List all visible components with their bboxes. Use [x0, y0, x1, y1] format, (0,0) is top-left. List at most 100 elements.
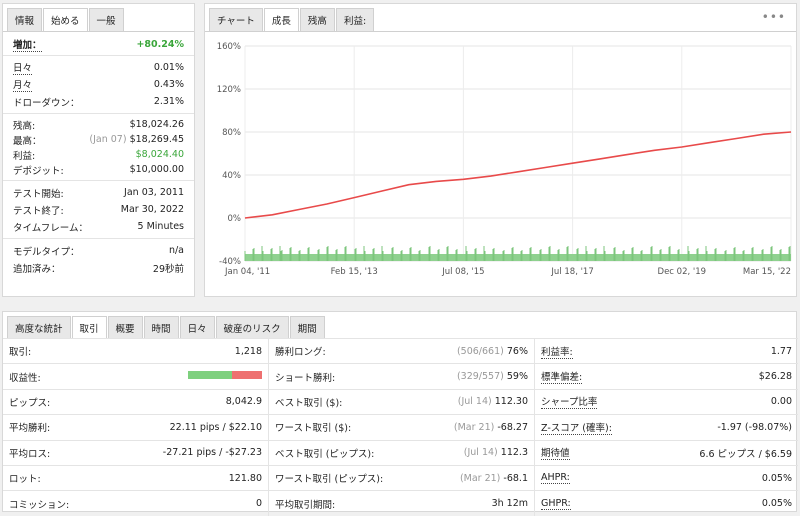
stats-cell: ワースト取引 (ピップス): (Mar 21) -68.1	[269, 465, 535, 491]
test-end-label: テスト終了:	[13, 205, 64, 217]
stats-row: 取引: 1,218 勝利ロング: (506/661) 76% 利益率: 1.77	[3, 338, 798, 364]
tab-growth[interactable]: 成長	[263, 8, 299, 31]
x-tick-label: Dec 02, '19	[658, 267, 707, 277]
balance-label: 残高:	[13, 120, 36, 132]
stat-value: (Jul 14) 112.3	[463, 447, 528, 459]
more-menu-icon[interactable]: •••	[762, 10, 786, 24]
gain-label[interactable]: 増加：	[13, 37, 42, 52]
gain-value: +80.24%	[136, 39, 184, 50]
profit-label: 利益:	[13, 150, 36, 162]
stats-cell: 平均取引期間: 3h 12m	[269, 491, 535, 516]
stat-label[interactable]: GHPR:	[541, 498, 571, 510]
tab-info[interactable]: 情報	[7, 8, 43, 31]
highest-row: 最高： (Jan 07) $18,269.45	[3, 132, 194, 147]
stats-cell: 平均ロス: -27.21 pips / -$27.23	[3, 440, 269, 465]
stats-row: 平均勝利: 22.11 pips / $22.10 ワースト取引 ($): (Mar …	[3, 414, 798, 440]
stat-value: 6.6 ピップス / $6.59	[699, 448, 792, 460]
stat-value: $26.28	[758, 371, 792, 383]
stat-label: ベスト取引 ($):	[275, 397, 343, 409]
stat-label: ロット:	[9, 474, 41, 486]
stats-tab-4[interactable]: 日々	[179, 316, 215, 339]
y-tick-label: 0%	[228, 214, 242, 224]
monthly-value: 0.43%	[153, 79, 184, 90]
stat-label[interactable]: 利益率:	[541, 344, 573, 359]
stats-tab-0[interactable]: 高度な統計	[7, 316, 71, 339]
tab-chart[interactable]: チャート	[209, 8, 263, 31]
stats-cell: 標準偏差: $26.28	[535, 364, 798, 388]
stat-value: -1.97 (-98.07%)	[717, 421, 792, 433]
highest-date: (Jan 07)	[89, 134, 127, 145]
stats-tab-6[interactable]: 期間	[289, 316, 325, 339]
stat-label: ワースト取引 ($):	[275, 423, 352, 435]
stats-tab-5[interactable]: 破産のリスク	[215, 316, 289, 339]
x-tick-label: Jul 08, '15	[441, 267, 484, 277]
x-tick-label: Jan 04, '11	[224, 267, 270, 277]
stats-tab-2[interactable]: 概要	[107, 316, 143, 339]
added-label: 追加済み：	[13, 263, 61, 275]
divider	[3, 113, 194, 114]
stats-cell: ベスト取引 ($): (Jul 14) 112.30	[269, 389, 535, 415]
stats-cell: 取引: 1,218	[3, 339, 269, 364]
divider	[3, 238, 194, 239]
profitability-fill	[188, 371, 232, 380]
model-type-label: モデルタイプ：	[13, 246, 80, 258]
profitability-bar	[188, 371, 262, 380]
deposit-row: デポジット: $10,000.00	[3, 162, 194, 177]
drawdown-row: ドローダウン： 2.31%	[3, 93, 194, 110]
stat-value: (506/661) 76%	[456, 345, 528, 357]
stats-tab-1[interactable]: 取引	[71, 316, 107, 339]
y-tick-label: 160%	[217, 42, 241, 52]
stats-cell: 勝利ロング: (506/661) 76%	[269, 339, 535, 364]
timeframe-value: 5 Minutes	[137, 221, 184, 232]
stat-label[interactable]: AHPR:	[541, 472, 570, 485]
stat-label: ショート勝利:	[275, 372, 336, 384]
y-tick-label: 120%	[217, 85, 241, 95]
stat-label[interactable]: Z-スコア (確率):	[541, 420, 612, 435]
stat-value: (Mar 21) -68.27	[453, 421, 528, 433]
added-value: 29秒前	[152, 263, 184, 275]
stat-value: 0	[255, 498, 262, 510]
stat-label: 取引:	[9, 347, 32, 359]
stats-tab-3[interactable]: 時間	[143, 316, 179, 339]
stat-value: 0.05%	[761, 472, 792, 484]
stats-cell: Z-スコア (確率): -1.97 (-98.07%)	[535, 415, 798, 439]
highest-label: 最高：	[13, 135, 42, 147]
stat-label: コミッション:	[9, 499, 70, 511]
tab-balance[interactable]: 残高	[299, 8, 335, 31]
monthly-label[interactable]: 月々	[13, 77, 33, 92]
stat-label[interactable]: 標準偏差:	[541, 369, 583, 385]
stat-value: 1,218	[234, 345, 262, 357]
stats-tabs: 高度な統計 取引 概要 時間 日々 破産のリスク 期間	[3, 312, 796, 339]
stat-value: 0.05%	[761, 498, 792, 510]
stat-value: 121.80	[228, 472, 262, 484]
tab-profit[interactable]: 利益:	[335, 8, 375, 31]
gain-row: 増加： +80.24%	[3, 37, 194, 52]
stats-cell: ショート勝利: (329/557) 59%	[269, 364, 535, 389]
monthly-row: 月々 0.43%	[3, 76, 194, 93]
stat-label: 収益性:	[9, 372, 41, 384]
summary-tabs: 情報 始める 一般	[3, 4, 194, 31]
stats-cell: ピップス: 8,042.9	[3, 389, 269, 415]
daily-label[interactable]: 日々	[13, 60, 33, 75]
stat-date: (Jul 14)	[463, 447, 501, 459]
chart-panel: チャート 成長 残高 利益: ••• 160% 120% 80% 40% 0% -40% J…	[204, 3, 797, 297]
stat-label[interactable]: 期待値	[541, 445, 570, 461]
test-start-value: Jan 03, 2011	[124, 187, 184, 198]
stat-value: 22.11 pips / $22.10	[169, 421, 262, 433]
stats-cell: 期待値 6.6 ピップス / $6.59	[535, 441, 798, 465]
summary-panel: 情報 始める 一般 増加： +80.24% 日々 0.01% 月々 0.43% ドロー…	[2, 3, 195, 297]
stats-row: ロット: 121.80 ワースト取引 (ピップス): (Mar 21) -68.1 AH…	[3, 464, 798, 491]
stat-label[interactable]: シャープ比率	[541, 394, 598, 410]
stats-row: ピップス: 8,042.9 ベスト取引 ($): (Jul 14) 112.30 シャー…	[3, 388, 798, 415]
x-tick-label: Mar 15, '22	[743, 267, 791, 277]
stats-cell: AHPR: 0.05%	[535, 466, 798, 490]
chart-tabs: チャート 成長 残高 利益:	[205, 4, 796, 31]
tab-start[interactable]: 始める	[43, 8, 88, 31]
tab-general[interactable]: 一般	[88, 8, 124, 31]
stat-value: 1.77	[770, 345, 792, 357]
deposit-label: デポジット:	[13, 165, 64, 177]
test-start-label: テスト開始:	[13, 188, 64, 200]
model-type-value: n/a	[168, 245, 184, 256]
stat-value: (Mar 21) -68.1	[459, 472, 528, 484]
stat-label: 平均取引期間:	[275, 499, 336, 511]
